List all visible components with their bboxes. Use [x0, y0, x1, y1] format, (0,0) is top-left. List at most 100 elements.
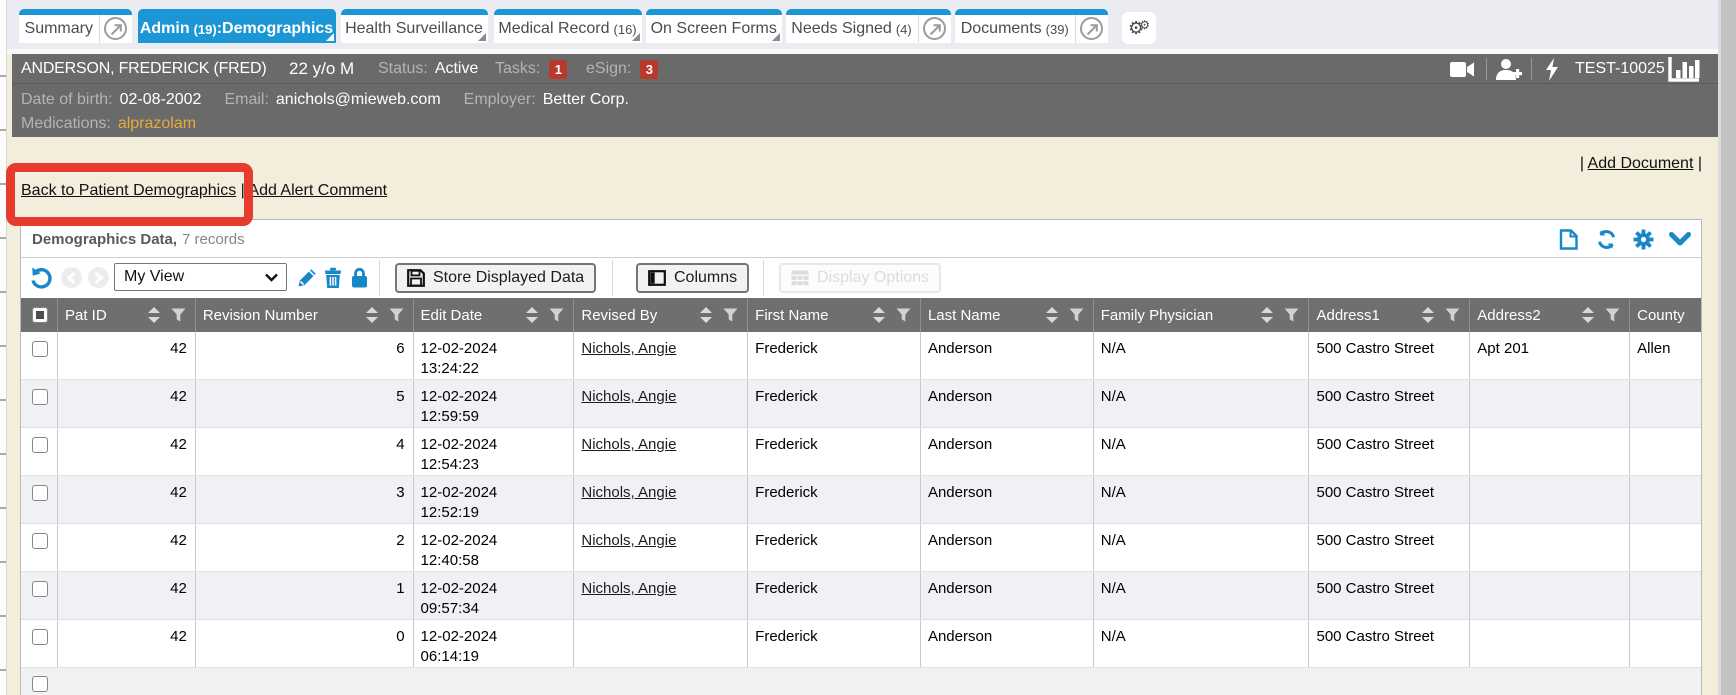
employer-value: Better Corp.	[543, 91, 629, 109]
revised-by-link[interactable]: Nichols, Angie	[581, 532, 676, 549]
column-header-edit_date[interactable]: Edit Date	[414, 298, 575, 332]
edit-pencil-icon[interactable]	[297, 267, 318, 288]
bar-chart-icon[interactable]	[1668, 57, 1700, 83]
column-header-family_physician[interactable]: Family Physician	[1094, 298, 1310, 332]
undo-icon[interactable]	[31, 267, 52, 289]
cell-address2: Apt 201	[1470, 332, 1630, 379]
gear-icon[interactable]	[1633, 229, 1653, 249]
row-checkbox[interactable]	[32, 485, 48, 501]
sort-icon[interactable]	[365, 307, 379, 323]
tab-on-screen-forms[interactable]: On Screen Forms	[646, 9, 782, 43]
cell-revised_by	[574, 620, 748, 667]
filter-funnel-icon[interactable]	[1445, 308, 1460, 322]
revised-by-link[interactable]: Nichols, Angie	[581, 436, 676, 453]
refresh-icon[interactable]	[1596, 229, 1616, 249]
filter-funnel-icon[interactable]	[389, 308, 404, 322]
filter-funnel-icon[interactable]	[896, 308, 911, 322]
tab-summary[interactable]: Summary	[19, 9, 132, 43]
cell-revised_by: Nichols, Angie	[574, 332, 748, 379]
columns-button[interactable]: Columns	[636, 263, 749, 293]
vertical-scrollbar[interactable]	[1718, 0, 1736, 695]
medications-value[interactable]: alprazolam	[118, 115, 196, 133]
add-document-link[interactable]: Add Document	[1588, 155, 1694, 172]
column-header-revised_by[interactable]: Revised By	[574, 298, 748, 332]
cell-revised_by: Nichols, Angie	[574, 476, 748, 523]
filter-funnel-icon[interactable]	[1605, 308, 1620, 322]
delete-trash-icon[interactable]	[324, 267, 342, 288]
collapse-chevron-icon[interactable]	[1669, 232, 1689, 252]
filter-funnel-icon[interactable]	[723, 308, 738, 322]
column-header-first_name[interactable]: First Name	[748, 298, 921, 332]
scrollbar-thumb[interactable]	[1721, 0, 1736, 695]
revised-by-link[interactable]: Nichols, Angie	[581, 484, 676, 501]
patient-header-row1: ANDERSON, FREDERICK (FRED) 22 y/o M Stat…	[12, 54, 1718, 84]
cell-checkbox	[21, 380, 58, 427]
cell-address1: 500 Castro Street	[1309, 380, 1470, 427]
cell-pat_id: 42	[58, 620, 196, 667]
tab-label: Medical Record(16)	[494, 9, 642, 43]
column-header-revision[interactable]: Revision Number	[196, 298, 414, 332]
sort-icon[interactable]	[147, 307, 161, 323]
row-checkbox[interactable]	[32, 581, 48, 597]
tasks-count-badge[interactable]: 1	[549, 60, 567, 79]
new-document-icon[interactable]	[1559, 229, 1579, 249]
row-checkbox[interactable]	[32, 341, 48, 357]
store-displayed-data-label: Store Displayed Data	[433, 269, 584, 287]
store-displayed-data-button[interactable]: Store Displayed Data	[395, 263, 596, 293]
lightning-icon[interactable]	[1545, 58, 1559, 81]
table-footer-row	[21, 668, 1701, 695]
cell-revised_by: Nichols, Angie	[574, 380, 748, 427]
tab-health-surveillance[interactable]: Health Surveillance	[341, 9, 488, 43]
filter-funnel-icon[interactable]	[549, 308, 564, 322]
sort-icon[interactable]	[872, 307, 886, 323]
popout-section[interactable]	[1075, 9, 1108, 43]
sort-icon[interactable]	[1045, 307, 1059, 323]
add-alert-comment-link[interactable]: Add Alert Comment	[248, 182, 387, 199]
popout-section[interactable]	[99, 9, 132, 43]
tabbar-settings-button[interactable]: ⚙⚙	[1122, 12, 1156, 44]
cell-revision: 6	[196, 332, 414, 379]
select-all-checkbox[interactable]	[32, 307, 48, 323]
display-options-button[interactable]: Display Options	[779, 263, 941, 293]
add-person-icon[interactable]	[1496, 59, 1522, 80]
column-header-county[interactable]: County	[1630, 298, 1701, 332]
column-header-last_name[interactable]: Last Name	[921, 298, 1094, 332]
back-to-patient-demographics-link[interactable]: Back to Patient Demographics	[21, 182, 236, 199]
row-checkbox[interactable]	[32, 533, 48, 549]
sort-icon[interactable]	[1421, 307, 1435, 323]
revised-by-link[interactable]: Nichols, Angie	[581, 580, 676, 597]
video-camera-icon[interactable]	[1450, 61, 1475, 78]
popout-icon	[923, 17, 946, 40]
tab-documents[interactable]: Documents(39)	[955, 9, 1108, 43]
tab-needs-signed[interactable]: Needs Signed(4)	[786, 9, 951, 43]
column-header-address2[interactable]: Address2	[1470, 298, 1630, 332]
sort-icon[interactable]	[525, 307, 539, 323]
select-all-footer-checkbox[interactable]	[32, 676, 48, 692]
cell-pat_id: 42	[58, 524, 196, 571]
sort-icon[interactable]	[1581, 307, 1595, 323]
column-header-address1[interactable]: Address1	[1309, 298, 1470, 332]
patient-header: ANDERSON, FREDERICK (FRED) 22 y/o M Stat…	[12, 54, 1718, 137]
row-checkbox[interactable]	[32, 437, 48, 453]
lock-icon[interactable]	[351, 267, 368, 288]
filter-funnel-icon[interactable]	[1284, 308, 1299, 322]
row-checkbox[interactable]	[32, 389, 48, 405]
table-body: 42 612-02-202413:24:22 Nichols, Angie Frede…	[21, 332, 1701, 668]
filter-funnel-icon[interactable]	[171, 308, 186, 322]
row-checkbox[interactable]	[32, 629, 48, 645]
esign-count-badge[interactable]: 3	[640, 60, 658, 79]
tab-admin[interactable]: Admin(19):Demographics	[138, 9, 336, 43]
view-select[interactable]: My View	[114, 263, 287, 291]
revised-by-link[interactable]: Nichols, Angie	[581, 388, 676, 405]
prev-icon[interactable]	[61, 267, 82, 288]
filter-funnel-icon[interactable]	[1069, 308, 1084, 322]
revised-by-link[interactable]: Nichols, Angie	[581, 340, 676, 357]
sort-icon[interactable]	[699, 307, 713, 323]
sort-icon[interactable]	[1260, 307, 1274, 323]
cell-edit_date: 12-02-202413:24:22	[414, 332, 575, 379]
popout-section[interactable]	[918, 9, 951, 43]
next-icon[interactable]	[88, 267, 109, 288]
tab-medical-record[interactable]: Medical Record(16)	[494, 9, 642, 43]
cell-first_name: Frederick	[748, 428, 921, 475]
column-header-pat_id[interactable]: Pat ID	[58, 298, 196, 332]
